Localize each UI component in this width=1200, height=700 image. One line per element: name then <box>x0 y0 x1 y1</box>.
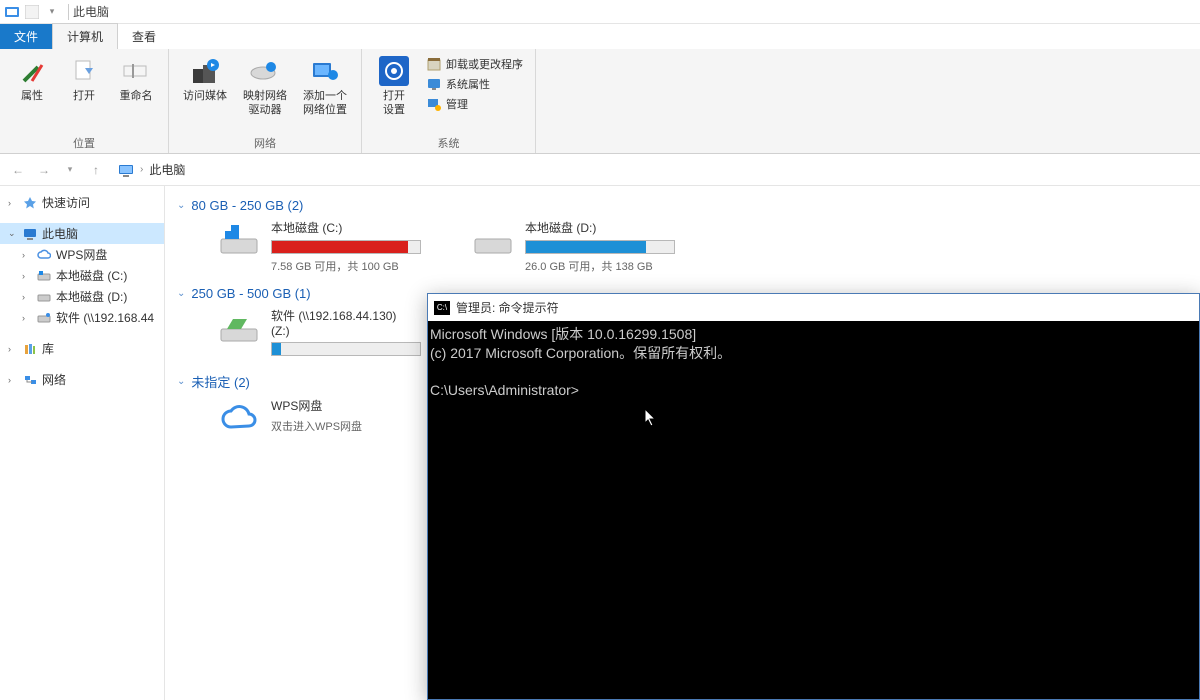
tree-drive-d[interactable]: › 本地磁盘 (D:) <box>0 286 164 307</box>
pc-icon <box>22 226 38 242</box>
app-icon <box>4 4 20 20</box>
expand-icon[interactable]: › <box>8 198 18 208</box>
properties-icon <box>16 55 48 87</box>
address-bar-row: ← → ▾ ↑ › 此电脑 <box>0 154 1200 186</box>
chevron-down-icon: ⌄ <box>177 288 185 299</box>
uninstall-button[interactable]: 卸载或更改程序 <box>422 55 527 73</box>
drive-d[interactable]: 本地磁盘 (D:) 26.0 GB 可用，共 138 GB <box>471 219 685 274</box>
expand-icon[interactable]: › <box>22 313 32 323</box>
qat-dropdown-icon[interactable]: ▾ <box>44 4 60 20</box>
access-media-button[interactable]: 访问媒体 <box>177 53 233 105</box>
cmd-titlebar[interactable]: C:\ 管理员: 命令提示符 <box>428 294 1199 321</box>
breadcrumb-root[interactable]: 此电脑 <box>149 161 185 178</box>
tree-wps[interactable]: › WPS网盘 <box>0 244 164 265</box>
network-icon <box>22 372 38 388</box>
window-titlebar: ▾ 此电脑 <box>0 0 1200 24</box>
group-label-location: 位置 <box>8 133 160 151</box>
drive-icon <box>217 219 261 259</box>
drive-icon <box>36 289 52 305</box>
titlebar-separator <box>68 4 69 20</box>
cloud-icon <box>217 397 261 437</box>
map-drive-button[interactable]: 映射网络 驱动器 <box>237 53 293 119</box>
nav-recent-button[interactable]: ▾ <box>60 160 80 180</box>
cmd-icon: C:\ <box>434 301 450 315</box>
expand-icon[interactable]: › <box>22 250 32 260</box>
open-icon <box>68 55 100 87</box>
ribbon-group-location: 属性 打开 重命名 位置 <box>0 49 169 153</box>
chevron-right-icon: › <box>140 164 143 175</box>
nav-up-button[interactable]: ↑ <box>86 160 106 180</box>
tree-quick-access[interactable]: › 快速访问 <box>0 192 164 213</box>
tab-computer[interactable]: 计算机 <box>52 23 118 49</box>
manage-icon <box>426 96 442 112</box>
rename-button[interactable]: 重命名 <box>112 53 160 105</box>
tree-drive-z[interactable]: › 软件 (\\192.168.44 <box>0 307 164 328</box>
ribbon-tabs: 文件 计算机 查看 <box>0 24 1200 49</box>
usage-bar-z <box>271 342 421 356</box>
add-netloc-icon <box>309 55 341 87</box>
group-header-1[interactable]: ⌄ 80 GB - 250 GB (2) <box>177 198 1188 213</box>
tree-libraries[interactable]: › 库 <box>0 338 164 359</box>
cmd-window[interactable]: C:\ 管理员: 命令提示符 Microsoft Windows [版本 10.… <box>427 293 1200 700</box>
ribbon-group-system: 打开 设置 卸载或更改程序 系统属性 管理 系统 <box>362 49 536 153</box>
star-icon <box>22 195 38 211</box>
rename-icon <box>120 55 152 87</box>
system-props-button[interactable]: 系统属性 <box>422 75 527 93</box>
nav-back-button[interactable]: ← <box>8 160 28 180</box>
qat-save-icon[interactable] <box>24 4 40 20</box>
mouse-cursor-icon <box>644 408 658 428</box>
uninstall-icon <box>426 56 442 72</box>
network-drive-icon <box>36 310 52 326</box>
nav-forward-button[interactable]: → <box>34 160 54 180</box>
chevron-down-icon: ⌄ <box>177 376 185 387</box>
library-icon <box>22 341 38 357</box>
cloud-icon <box>36 247 52 263</box>
pc-icon <box>118 162 134 178</box>
drive-icon <box>471 219 515 259</box>
add-network-loc-button[interactable]: 添加一个 网络位置 <box>297 53 353 119</box>
ribbon-group-network: 访问媒体 映射网络 驱动器 添加一个 网络位置 网络 <box>169 49 362 153</box>
tab-view[interactable]: 查看 <box>118 24 170 49</box>
tree-this-pc[interactable]: ⌄ 此电脑 <box>0 223 164 244</box>
breadcrumb[interactable]: › 此电脑 <box>112 159 191 180</box>
properties-button[interactable]: 属性 <box>8 53 56 105</box>
tree-network[interactable]: › 网络 <box>0 369 164 390</box>
map-drive-icon <box>249 55 281 87</box>
manage-button[interactable]: 管理 <box>422 95 527 113</box>
network-drive-icon <box>217 307 261 347</box>
sysprops-icon <box>426 76 442 92</box>
tab-file[interactable]: 文件 <box>0 24 52 49</box>
expand-icon[interactable]: › <box>22 292 32 302</box>
expand-icon[interactable]: › <box>22 271 32 281</box>
cmd-title-text: 管理员: 命令提示符 <box>456 299 559 316</box>
chevron-down-icon: ⌄ <box>177 200 185 211</box>
collapse-icon[interactable]: ⌄ <box>8 228 18 239</box>
drive-wps[interactable]: WPS网盘 双击进入WPS网盘 <box>217 397 431 437</box>
drive-z[interactable]: 软件 (\\192.168.44.130) (Z:) <box>217 307 431 360</box>
group-label-system: 系统 <box>370 133 527 151</box>
media-icon <box>189 55 221 87</box>
ribbon: 属性 打开 重命名 位置 访问媒体 映射网络 驱动器 <box>0 49 1200 154</box>
open-settings-button[interactable]: 打开 设置 <box>370 53 418 119</box>
expand-icon[interactable]: › <box>8 375 18 385</box>
usage-bar-d <box>525 240 675 254</box>
drive-c[interactable]: 本地磁盘 (C:) 7.58 GB 可用，共 100 GB <box>217 219 431 274</box>
expand-icon[interactable]: › <box>8 344 18 354</box>
group-label-network: 网络 <box>177 133 353 151</box>
tree-drive-c[interactable]: › 本地磁盘 (C:) <box>0 265 164 286</box>
usage-bar-c <box>271 240 421 254</box>
nav-tree: › 快速访问 ⌄ 此电脑 › WPS网盘 › 本地磁盘 (C:) › 本地磁盘 … <box>0 186 165 700</box>
open-button[interactable]: 打开 <box>60 53 108 105</box>
window-title: 此电脑 <box>73 3 109 20</box>
cmd-output[interactable]: Microsoft Windows [版本 10.0.16299.1508] (… <box>428 321 1199 404</box>
drive-icon <box>36 268 52 284</box>
settings-icon <box>378 55 410 87</box>
